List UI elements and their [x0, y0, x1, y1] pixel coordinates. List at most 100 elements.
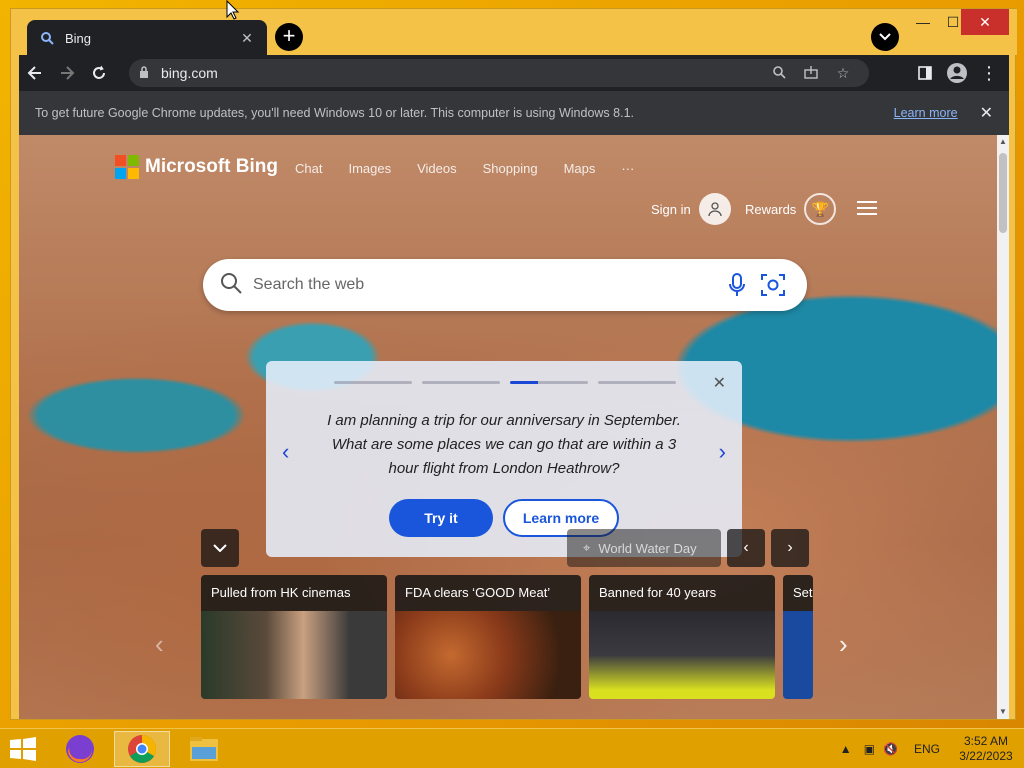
visual-search-icon[interactable]: [755, 273, 791, 297]
new-tab-button[interactable]: +: [275, 23, 303, 51]
news-card-image: [201, 611, 387, 699]
clock-time: 3:52 AM: [963, 734, 1009, 748]
try-it-button[interactable]: Try it: [389, 499, 493, 537]
update-infobar: To get future Google Chrome updates, you…: [19, 91, 1009, 135]
windows-logo-icon: [10, 737, 36, 761]
page-scrollbar[interactable]: ▲ ▼: [997, 135, 1009, 719]
prev-image-button[interactable]: ‹: [727, 529, 765, 567]
scrollbar-thumb[interactable]: [999, 153, 1007, 233]
address-bar[interactable]: bing.com ☆: [129, 59, 869, 87]
clock-date: 3/22/2023: [959, 749, 1013, 763]
news-card-image: [589, 611, 775, 699]
location-text: World Water Day: [598, 540, 697, 556]
news-card-title: Banned for 40 years: [589, 575, 775, 611]
scroll-up-icon[interactable]: ▲: [997, 135, 1009, 149]
chat-promo-card: ✕ ‹ › I am planning a trip for our anniv…: [266, 361, 742, 557]
back-button[interactable]: [19, 57, 51, 89]
minimize-button[interactable]: —: [907, 9, 939, 35]
promo-close-icon[interactable]: ✕: [713, 373, 726, 393]
news-card[interactable]: Banned for 40 years: [589, 575, 775, 699]
carousel-indicators: [334, 381, 676, 384]
nav-shopping[interactable]: Shopping: [483, 161, 538, 176]
rewards-label: Rewards: [745, 201, 797, 217]
bookmark-star-icon[interactable]: ☆: [827, 65, 859, 82]
news-card-title: FDA clears ‘GOOD Meat’: [395, 575, 581, 611]
network-icon[interactable]: ▣: [864, 742, 875, 756]
sign-in-label: Sign in: [651, 201, 691, 217]
collapse-feed-button[interactable]: [201, 529, 239, 567]
share-icon[interactable]: [795, 65, 827, 82]
trophy-icon: 🏆: [804, 193, 837, 225]
tab-bing[interactable]: Bing ✕: [27, 20, 267, 56]
profile-icon[interactable]: [941, 57, 973, 89]
mouse-cursor-icon: [226, 0, 240, 20]
tab-search-button[interactable]: [871, 23, 899, 51]
search-input[interactable]: [253, 276, 719, 294]
carousel-dot[interactable]: [334, 381, 412, 384]
nav-images[interactable]: Images: [348, 161, 391, 176]
firefox-icon: [66, 735, 94, 763]
infobar-close-icon[interactable]: ✕: [980, 103, 993, 123]
sign-in-button[interactable]: Sign in: [651, 193, 731, 225]
taskbar-firefox[interactable]: [52, 731, 108, 767]
news-card[interactable]: FDA clears ‘GOOD Meat’: [395, 575, 581, 699]
tab-close-icon[interactable]: ✕: [239, 30, 255, 46]
nav-more[interactable]: ···: [621, 161, 634, 176]
search-box: [203, 259, 807, 311]
bing-logo[interactable]: Microsoft Bing: [115, 155, 278, 179]
taskbar-file-explorer[interactable]: [176, 731, 232, 767]
reload-button[interactable]: [83, 57, 115, 89]
clock[interactable]: 3:52 AM 3/22/2023: [956, 734, 1016, 764]
image-location-label[interactable]: ⌖ World Water Day: [567, 529, 721, 567]
bing-search-icon: [39, 30, 55, 46]
nav-maps[interactable]: Maps: [564, 161, 596, 176]
infobar-learn-more-link[interactable]: Learn more: [894, 106, 958, 120]
volume-muted-icon[interactable]: 🔇: [883, 742, 898, 756]
chrome-window: Bing ✕ + — ☐ ✕ bing.com ☆ ⋮ To get futur…: [10, 8, 1017, 720]
hamburger-menu-icon[interactable]: [857, 201, 877, 215]
carousel-dot[interactable]: [598, 381, 676, 384]
rewards-button[interactable]: Rewards 🏆: [745, 193, 837, 225]
chrome-icon: [128, 735, 156, 763]
language-indicator[interactable]: ENG: [914, 742, 940, 756]
news-prev-icon[interactable]: ‹: [155, 629, 164, 660]
carousel-dot[interactable]: [510, 381, 588, 384]
close-window-button[interactable]: ✕: [961, 9, 1009, 35]
more-menu-icon[interactable]: ⋮: [973, 57, 1005, 89]
lock-icon: [139, 65, 151, 81]
next-image-button[interactable]: ›: [771, 529, 809, 567]
news-card-image: [395, 611, 581, 699]
start-button[interactable]: [8, 737, 38, 761]
news-card[interactable]: Pulled from HK cinemas: [201, 575, 387, 699]
url-text: bing.com: [161, 65, 218, 81]
reload-icon: [93, 65, 105, 79]
search-icon: [219, 271, 247, 300]
nav-videos[interactable]: Videos: [417, 161, 457, 176]
news-card[interactable]: Sets: [783, 575, 813, 699]
promo-prompt-text: I am planning a trip for our anniversary…: [327, 412, 681, 477]
news-card-title: Pulled from HK cinemas: [201, 575, 387, 611]
promo-prev-icon[interactable]: ‹: [282, 439, 289, 465]
chevron-down-icon: [879, 33, 891, 41]
top-nav: Chat Images Videos Shopping Maps ···: [295, 161, 634, 176]
chevron-down-icon: [213, 544, 227, 552]
system-tray: ▲ ▣ 🔇 ENG 3:52 AM 3/22/2023: [840, 729, 1016, 768]
promo-next-icon[interactable]: ›: [719, 439, 726, 465]
show-hidden-icons-icon[interactable]: ▲: [840, 742, 852, 756]
side-panel-icon[interactable]: [909, 57, 941, 89]
news-next-icon[interactable]: ›: [839, 629, 848, 660]
nav-chat[interactable]: Chat: [295, 161, 322, 176]
browser-toolbar: bing.com ☆ ⋮: [19, 55, 1009, 91]
taskbar-chrome[interactable]: [114, 731, 170, 767]
search-icon[interactable]: [763, 65, 795, 82]
carousel-dot[interactable]: [422, 381, 500, 384]
scroll-down-icon[interactable]: ▼: [997, 705, 1009, 719]
microphone-icon[interactable]: [719, 273, 755, 297]
news-card-image: [783, 611, 813, 699]
tab-title: Bing: [65, 30, 92, 46]
brand-text: Microsoft Bing: [145, 156, 278, 177]
arrow-right-icon: [61, 66, 75, 80]
microsoft-logo-icon: [115, 155, 139, 179]
forward-button[interactable]: [51, 57, 83, 89]
user-avatar-icon: [698, 193, 731, 225]
